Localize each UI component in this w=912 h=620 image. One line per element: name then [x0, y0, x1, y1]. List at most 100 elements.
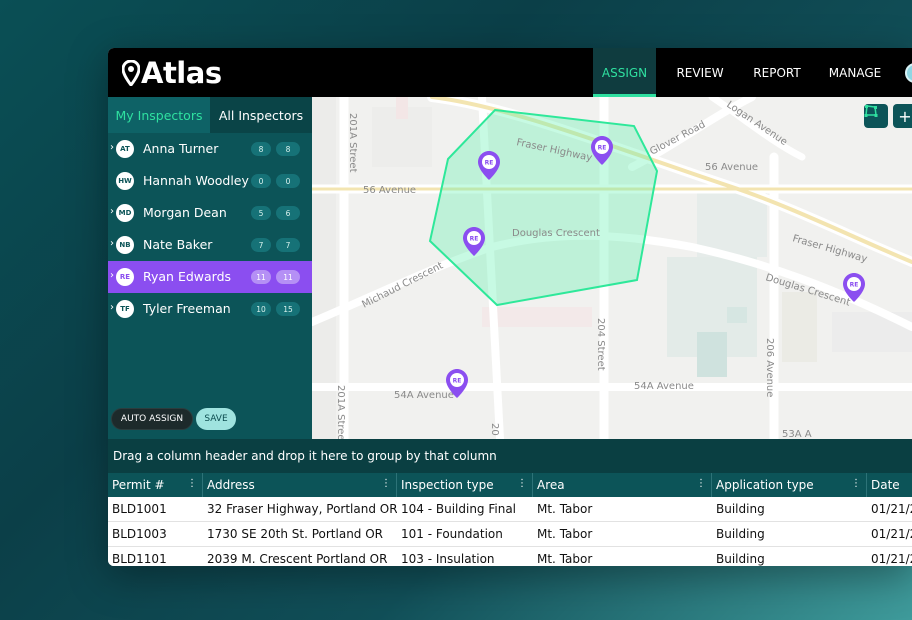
main-nav: ASSIGN REVIEW REPORT MANAGE — [593, 48, 900, 97]
user-avatar[interactable] — [905, 63, 912, 83]
chevron-right-icon[interactable]: › — [110, 206, 114, 217]
inspector-sidebar: My Inspectors All Inspectors › AT Anna T… — [108, 97, 312, 439]
inspector-name: Hannah Woodley — [143, 173, 249, 188]
inspector-name: Nate Baker — [143, 237, 213, 252]
cell-permit: BLD1101 — [112, 552, 167, 566]
inspector-initials-badge: NB — [116, 236, 134, 254]
total-count-badge: 15 — [276, 302, 300, 316]
column-menu-icon[interactable]: ⋮ — [381, 478, 391, 489]
inspector-row-tyler-freeman[interactable]: › TF Tyler Freeman 10 15 — [108, 293, 312, 325]
assigned-count-badge: 7 — [251, 238, 271, 252]
street-label: 201A Street — [335, 385, 346, 439]
inspector-name: Ryan Edwards — [143, 269, 232, 284]
total-count-badge: 0 — [276, 174, 300, 188]
tab-my-inspectors[interactable]: My Inspectors — [108, 97, 210, 133]
street-label: 201A Street — [347, 113, 358, 173]
zoom-in-button[interactable]: + — [893, 104, 912, 128]
cell-inspection-type: 101 - Foundation — [401, 527, 503, 541]
total-count-badge: 11 — [276, 270, 300, 284]
total-count-badge: 6 — [276, 206, 300, 220]
assigned-count-badge: 11 — [251, 270, 271, 284]
column-title: Inspection type — [401, 478, 494, 492]
nav-tab-manage[interactable]: MANAGE — [810, 48, 900, 97]
assigned-count-badge: 10 — [251, 302, 271, 316]
cell-address: 2039 M. Crescent Portland OR — [207, 552, 388, 566]
assigned-count-badge: 8 — [251, 142, 271, 156]
cell-date: 01/21/20 — [871, 552, 912, 566]
street-label: 54A Avenue — [394, 390, 454, 401]
table-row[interactable]: BLD1101 2039 M. Crescent Portland OR 103… — [108, 547, 912, 566]
inspector-row-morgan-dean[interactable]: › MD Morgan Dean 5 6 — [108, 197, 312, 229]
column-menu-icon[interactable]: ⋮ — [851, 478, 861, 489]
column-menu-icon[interactable]: ⋮ — [187, 478, 197, 489]
group-by-drop-zone[interactable]: Drag a column header and drop it here to… — [108, 439, 912, 473]
tab-all-inspectors[interactable]: All Inspectors — [210, 97, 312, 133]
cell-permit: BLD1003 — [112, 527, 167, 541]
cell-application-type: Building — [716, 502, 765, 516]
cell-area: Mt. Tabor — [537, 527, 593, 541]
atlas-logo[interactable]: Atlas — [122, 56, 222, 90]
column-header-inspection-type[interactable]: Inspection type ⋮ — [397, 473, 533, 497]
save-button[interactable]: SAVE — [196, 408, 236, 430]
pin-label: RE — [485, 160, 494, 167]
app-window: Atlas ASSIGN REVIEW REPORT MANAGE My Ins… — [108, 48, 912, 566]
map-block — [396, 97, 408, 119]
pin-label: RE — [470, 236, 479, 243]
inspector-row-nate-baker[interactable]: › NB Nate Baker 7 7 — [108, 229, 312, 261]
column-title: Date — [871, 478, 900, 492]
street-label: 54A Avenue — [634, 381, 694, 392]
nav-tab-assign[interactable]: ASSIGN — [593, 48, 656, 97]
column-header-application-type[interactable]: Application type ⋮ — [712, 473, 867, 497]
column-menu-icon[interactable]: ⋮ — [517, 478, 527, 489]
inspector-initials-badge: RE — [116, 268, 134, 286]
inspector-row-anna-turner[interactable]: › AT Anna Turner 8 8 — [108, 133, 312, 165]
auto-assign-button[interactable]: AUTO ASSIGN — [111, 408, 193, 430]
column-header-area[interactable]: Area ⋮ — [533, 473, 712, 497]
pin-label: RE — [598, 145, 607, 152]
total-count-badge: 7 — [276, 238, 300, 252]
inspector-initials-badge: MD — [116, 204, 134, 222]
chevron-right-icon[interactable]: › — [110, 270, 114, 281]
cell-inspection-type: 103 - Insulation — [401, 552, 495, 566]
cell-area: Mt. Tabor — [537, 502, 593, 516]
chevron-right-icon[interactable]: › — [110, 142, 114, 153]
column-header-address[interactable]: Address ⋮ — [203, 473, 397, 497]
inspector-initials-badge: TF — [116, 300, 134, 318]
assigned-count-badge: 0 — [251, 174, 271, 188]
map-canvas[interactable]: 201A Street 201A Street Fraser Highway F… — [312, 97, 912, 439]
column-title: Address — [207, 478, 255, 492]
street-label: 53A A — [782, 429, 812, 439]
column-header-permit[interactable]: Permit # ⋮ — [108, 473, 203, 497]
map-view[interactable]: 201A Street 201A Street Fraser Highway F… — [312, 97, 912, 439]
column-title: Area — [537, 478, 565, 492]
logo-text: Atlas — [141, 56, 222, 90]
column-header-date[interactable]: Date — [867, 473, 912, 497]
inspector-name: Tyler Freeman — [143, 301, 231, 316]
map-block — [782, 292, 817, 362]
column-menu-icon[interactable]: ⋮ — [696, 478, 706, 489]
cell-inspection-type: 104 - Building Final — [401, 502, 517, 516]
plus-icon: + — [898, 106, 912, 126]
nav-tab-report[interactable]: REPORT — [744, 48, 810, 97]
chevron-right-icon[interactable]: › — [110, 302, 114, 313]
assigned-count-badge: 5 — [251, 206, 271, 220]
inspector-name: Anna Turner — [143, 141, 219, 156]
street-label: 56 Avenue — [705, 162, 758, 173]
draw-polygon-button[interactable] — [864, 104, 888, 128]
inspector-tabs: My Inspectors All Inspectors — [108, 97, 312, 133]
cell-date: 01/21/20 — [871, 502, 912, 516]
cell-permit: BLD1001 — [112, 502, 167, 516]
inspector-row-ryan-edwards[interactable]: › RE Ryan Edwards 11 11 — [108, 261, 312, 293]
table-header: Permit # ⋮ Address ⋮ Inspection type ⋮ A… — [108, 473, 912, 497]
street-label: 20 — [489, 423, 500, 436]
cell-address: 1730 SE 20th St. Portland OR — [207, 527, 384, 541]
table-row[interactable]: BLD1003 1730 SE 20th St. Portland OR 101… — [108, 522, 912, 547]
cell-application-type: Building — [716, 552, 765, 566]
cell-address: 32 Fraser Highway, Portland OR — [207, 502, 397, 516]
table-row[interactable]: BLD1001 32 Fraser Highway, Portland OR 1… — [108, 497, 912, 522]
chevron-right-icon[interactable]: › — [110, 238, 114, 249]
inspector-row-hannah-woodley[interactable]: HW Hannah Woodley 0 0 — [108, 165, 312, 197]
cell-application-type: Building — [716, 527, 765, 541]
column-title: Permit # — [112, 478, 165, 492]
nav-tab-review[interactable]: REVIEW — [656, 48, 744, 97]
